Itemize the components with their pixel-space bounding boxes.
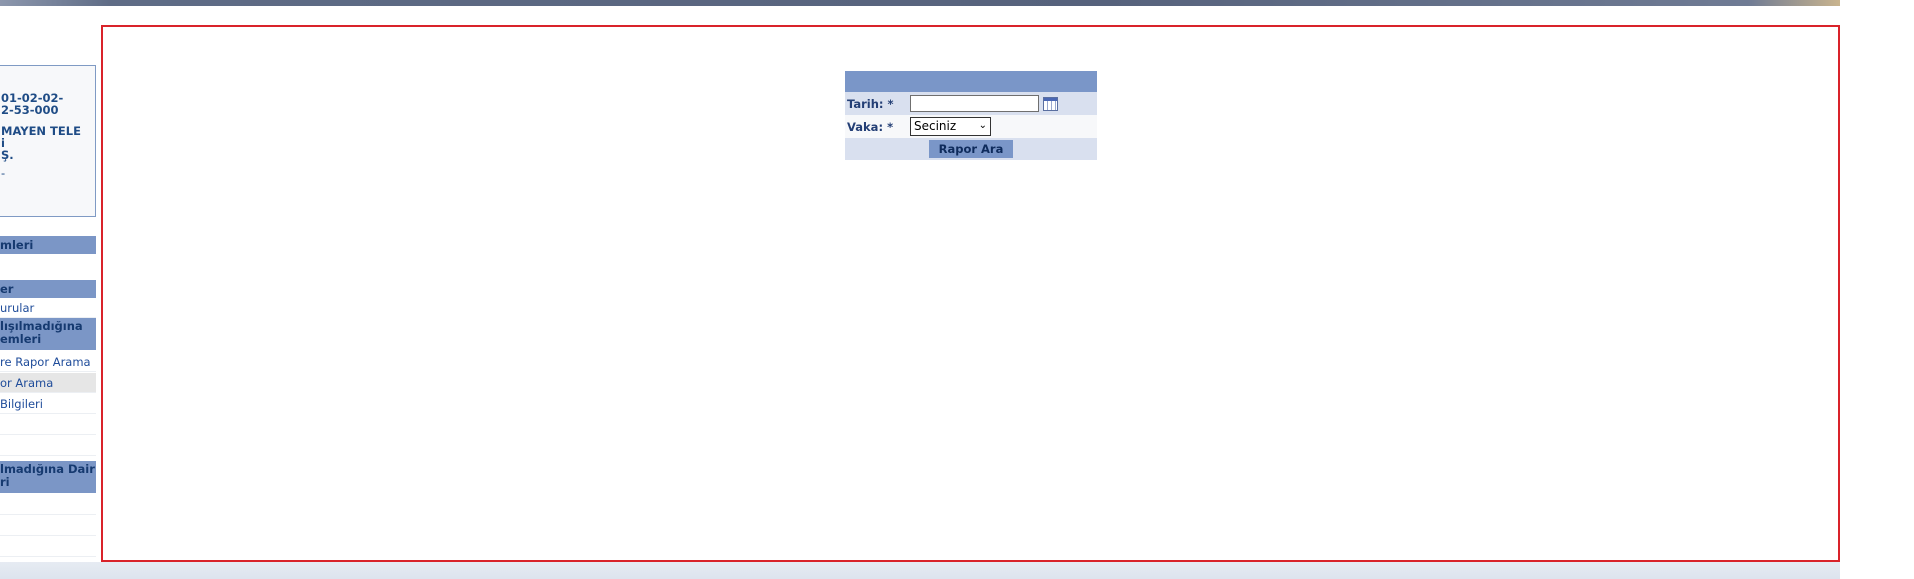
report-search-form: Tarih: * Vaka: * Seciniz ⌄ Rapor Ara [845, 71, 1097, 160]
form-header-bar [845, 71, 1097, 92]
sidebar-header-line: emleri [0, 332, 42, 346]
case-select[interactable]: Seciniz ⌄ [910, 117, 991, 136]
sidebar-link-report-search[interactable]: re Rapor Arama [0, 352, 96, 372]
info-line: MAYEN TELE [1, 124, 81, 138]
sidebar-section-header: lmadığına Dair ri [0, 461, 96, 493]
chevron-down-icon: ⌄ [978, 120, 987, 131]
date-row: Tarih: * [845, 92, 1097, 115]
button-row: Rapor Ara [845, 138, 1097, 160]
sidebar-link-report-search-active[interactable]: or Arama [0, 373, 96, 393]
case-select-value: Seciniz [914, 119, 957, 133]
sidebar-header-line: ri [0, 475, 10, 489]
case-label-text: Vaka: [847, 120, 884, 134]
sidebar-link-info[interactable]: Bilgileri [0, 394, 96, 414]
date-label: Tarih: * [847, 97, 894, 111]
case-row: Vaka: * Seciniz ⌄ [845, 115, 1097, 138]
sidebar-header-line: lmadığına Dair [0, 462, 95, 476]
case-label: Vaka: * [847, 120, 893, 134]
sidebar-link-empty[interactable] [0, 495, 96, 515]
required-marker: * [887, 120, 894, 134]
sidebar-section-header: lışılmadığına emleri [0, 318, 96, 350]
sidebar-link-empty[interactable] [0, 436, 96, 456]
company-info-box: 01-02-02- 2-53-000 MAYEN TELE i Ş. - [0, 65, 96, 217]
sidebar-link[interactable]: urular [0, 298, 96, 318]
info-line: Ş. [1, 148, 14, 162]
main-content-frame: Tarih: * Vaka: * Seciniz ⌄ Rapor Ara [101, 25, 1840, 562]
date-label-text: Tarih: [847, 97, 884, 111]
info-line: - [1, 166, 6, 180]
sidebar: 01-02-02- 2-53-000 MAYEN TELE i Ş. - mle… [0, 22, 98, 562]
sidebar-link-empty[interactable] [0, 415, 96, 435]
required-marker: * [887, 97, 894, 111]
date-input[interactable] [910, 95, 1039, 112]
calendar-icon[interactable] [1043, 97, 1058, 111]
sidebar-section-header: mleri [0, 236, 96, 254]
info-line: 2-53-000 [1, 103, 59, 117]
sidebar-section-header: er [0, 280, 96, 298]
top-banner [0, 0, 1840, 6]
sidebar-link-empty[interactable] [0, 537, 96, 557]
search-report-button[interactable]: Rapor Ara [929, 140, 1013, 158]
sidebar-link-empty[interactable] [0, 516, 96, 536]
footer-band [0, 562, 1840, 579]
